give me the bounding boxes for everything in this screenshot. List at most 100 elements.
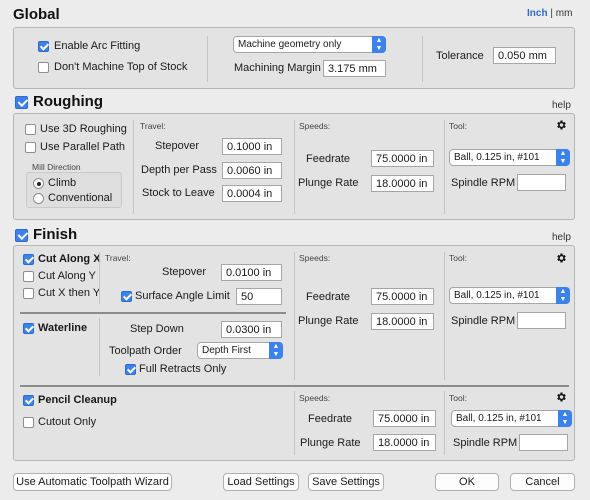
tolerance-input[interactable]: 0.050 mm (493, 47, 556, 64)
roughing-panel: Use 3D Roughing Use Parallel Path Mill D… (13, 113, 575, 220)
cut-x-then-y-label: Cut X then Y (38, 287, 101, 299)
load-settings-button[interactable]: Load Settings (223, 473, 299, 491)
climb-radio[interactable] (33, 178, 44, 189)
gear-icon[interactable] (555, 119, 567, 131)
pencil-cleanup-checkbox[interactable] (23, 395, 34, 406)
divider (20, 385, 569, 387)
divider (422, 36, 423, 82)
feedrate-input[interactable]: 75.0000 in (373, 410, 436, 427)
tool-label: Tool: (449, 121, 467, 131)
chevron-updown-icon: ▲ ▼ (558, 410, 572, 427)
stepover-input[interactable]: 0.0100 in (221, 264, 282, 281)
machining-margin-input[interactable]: 3.175 mm (323, 60, 386, 77)
plunge-rate-input[interactable]: 18.0000 in (371, 313, 434, 330)
surface-angle-limit-input[interactable]: 50 (236, 288, 282, 305)
chevron-updown-icon: ▲ ▼ (556, 287, 570, 304)
toolpath-order-value: Depth First (202, 345, 251, 356)
chevron-updown-icon: ▲ ▼ (556, 149, 570, 166)
waterline-label: Waterline (38, 322, 88, 334)
speeds-label: Speeds: (299, 253, 331, 263)
conventional-radio[interactable] (33, 193, 44, 204)
toolpath-order-select[interactable]: Depth First ▲ ▼ (197, 342, 283, 359)
mill-direction-label: Mill Direction (32, 162, 81, 172)
gear-icon[interactable] (555, 252, 567, 264)
cut-along-y-checkbox[interactable] (23, 271, 34, 282)
speeds-label: Speeds: (299, 393, 331, 403)
spindle-rpm-label: Spindle RPM (453, 437, 518, 449)
use-3d-roughing-checkbox[interactable] (25, 124, 36, 135)
ok-button[interactable]: OK (435, 473, 499, 491)
full-retracts-checkbox[interactable] (125, 364, 136, 375)
tool-select-value: Ball, 0.125 in, #101 (454, 152, 540, 163)
use-parallel-path-checkbox[interactable] (25, 142, 36, 153)
divider (444, 120, 445, 214)
plunge-rate-label: Plunge Rate (298, 177, 359, 189)
toolpath-wizard-button[interactable]: Use Automatic Toolpath Wizard (13, 473, 172, 491)
unit-inch-option[interactable]: Inch (527, 8, 548, 19)
stepover-input[interactable]: 0.1000 in (222, 138, 282, 155)
stock-to-leave-input[interactable]: 0.0004 in (222, 185, 282, 202)
divider (294, 391, 295, 455)
divider (99, 318, 100, 376)
feedrate-label: Feedrate (306, 291, 351, 303)
enable-arc-fitting-checkbox[interactable] (38, 41, 49, 52)
dont-machine-top-checkbox[interactable] (38, 62, 49, 73)
feedrate-input[interactable]: 75.0000 in (371, 150, 434, 167)
finish-title: Finish (33, 226, 78, 243)
spindle-rpm-input[interactable] (517, 174, 566, 191)
tool-label: Tool: (449, 253, 467, 263)
speeds-label: Speeds: (299, 121, 331, 131)
cutout-only-checkbox[interactable] (23, 417, 34, 428)
travel-label: Travel: (105, 253, 131, 263)
geometry-select[interactable]: Machine geometry only ▲ ▼ (233, 36, 386, 53)
spindle-rpm-input[interactable] (517, 312, 566, 329)
divider (99, 252, 100, 304)
enable-arc-fitting-label: Enable Arc Fitting (54, 40, 141, 52)
global-panel: Enable Arc Fitting Don't Machine Top of … (13, 27, 575, 89)
unit-toggle: Inch | mm (527, 8, 572, 19)
roughing-help-link[interactable]: help (552, 100, 571, 111)
tool-select[interactable]: Ball, 0.125 in, #101 ▲ ▼ (449, 149, 570, 166)
finish-help-link[interactable]: help (552, 232, 571, 243)
step-down-label: Step Down (130, 323, 184, 335)
tool-label: Tool: (449, 393, 467, 403)
divider (294, 252, 295, 380)
finish-enable-checkbox[interactable] (15, 229, 28, 242)
roughing-title: Roughing (33, 93, 103, 110)
pencil-cleanup-label: Pencil Cleanup (38, 394, 117, 406)
tool-select-value: Ball, 0.125 in, #101 (454, 290, 540, 301)
spindle-rpm-label: Spindle RPM (451, 315, 516, 327)
save-settings-button[interactable]: Save Settings (308, 473, 384, 491)
surface-angle-limit-checkbox[interactable] (121, 291, 132, 302)
depth-per-pass-label: Depth per Pass (141, 164, 217, 176)
tool-select[interactable]: Ball, 0.125 in, #101 ▲ ▼ (451, 410, 572, 427)
roughing-enable-checkbox[interactable] (15, 96, 28, 109)
plunge-rate-input[interactable]: 18.0000 in (371, 175, 434, 192)
plunge-rate-label: Plunge Rate (298, 315, 359, 327)
global-title: Global (13, 6, 60, 23)
tool-select[interactable]: Ball, 0.125 in, #101 ▲ ▼ (449, 287, 570, 304)
plunge-rate-label: Plunge Rate (300, 437, 361, 449)
use-3d-roughing-label: Use 3D Roughing (40, 123, 127, 135)
chevron-updown-icon: ▲ ▼ (372, 36, 386, 53)
depth-per-pass-input[interactable]: 0.0060 in (222, 162, 282, 179)
step-down-input[interactable]: 0.0300 in (221, 321, 282, 338)
cut-x-then-y-checkbox[interactable] (23, 288, 34, 299)
stepover-label: Stepover (162, 266, 207, 278)
cutout-only-label: Cutout Only (38, 416, 97, 428)
cancel-button[interactable]: Cancel (510, 473, 575, 491)
feedrate-label: Feedrate (306, 153, 351, 165)
spindle-rpm-input[interactable] (519, 434, 568, 451)
waterline-checkbox[interactable] (23, 323, 34, 334)
divider (294, 120, 295, 214)
feedrate-label: Feedrate (308, 413, 353, 425)
feedrate-input[interactable]: 75.0000 in (371, 288, 434, 305)
gear-icon[interactable] (555, 391, 567, 403)
unit-mm-option[interactable]: mm (556, 8, 573, 19)
tolerance-label: Tolerance (436, 50, 484, 62)
divider (444, 391, 445, 455)
machining-margin-label: Machining Margin (234, 62, 321, 74)
plunge-rate-input[interactable]: 18.0000 in (373, 434, 436, 451)
cut-along-x-checkbox[interactable] (23, 254, 34, 265)
cut-along-x-label: Cut Along X (38, 253, 101, 265)
